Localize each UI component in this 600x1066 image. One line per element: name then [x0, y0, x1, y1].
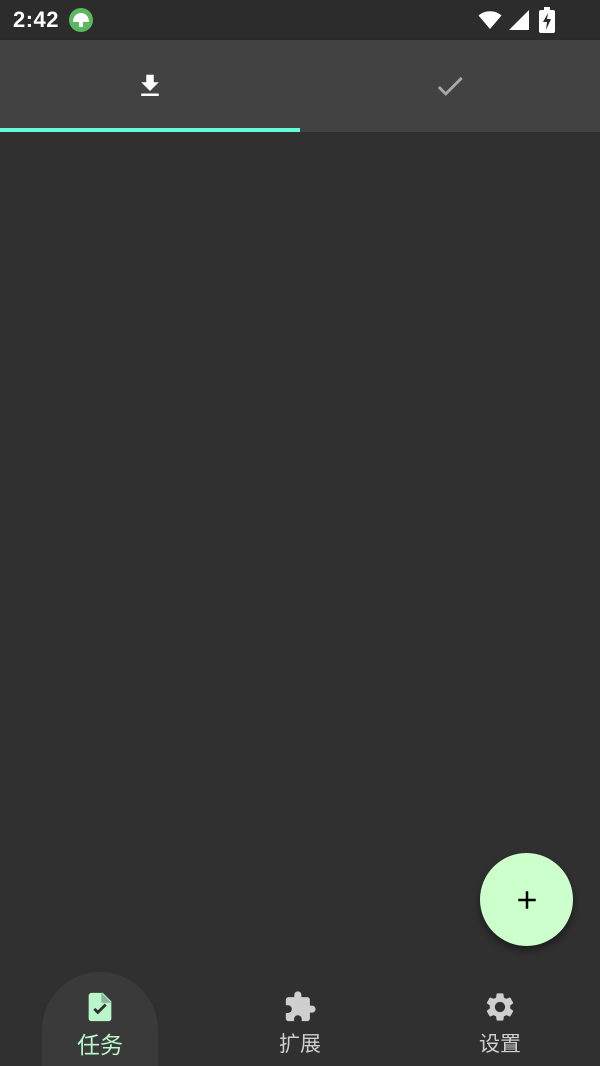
check-icon [437, 76, 463, 96]
nav-item-settings[interactable]: 设置 [400, 970, 600, 1066]
nav-item-tasks[interactable]: 任务 [0, 970, 200, 1066]
tab-bar [0, 40, 600, 132]
nav-label-settings: 设置 [479, 1032, 521, 1056]
add-task-button[interactable] [480, 853, 573, 946]
signal-icon [509, 10, 529, 30]
plus-icon [517, 890, 536, 909]
tab-completed[interactable] [300, 40, 600, 132]
battery-charging-icon [539, 7, 555, 33]
nav-item-extensions[interactable]: 扩展 [200, 970, 400, 1066]
nav-label-extensions: 扩展 [279, 1032, 321, 1056]
download-icon [141, 74, 159, 96]
download-list [0, 132, 600, 970]
gear-icon [486, 993, 514, 1021]
tab-downloading[interactable] [0, 40, 300, 132]
task-icon [88, 992, 112, 1022]
status-bar: 2:42 [0, 0, 600, 40]
nav-label-tasks: 任务 [77, 1033, 123, 1059]
status-time: 2:42 [13, 7, 60, 32]
app-notification-icon [69, 8, 93, 32]
bottom-navigation: 任务 扩展 设置 [0, 970, 600, 1066]
puzzle-icon [285, 991, 316, 1022]
wifi-icon [478, 11, 502, 29]
